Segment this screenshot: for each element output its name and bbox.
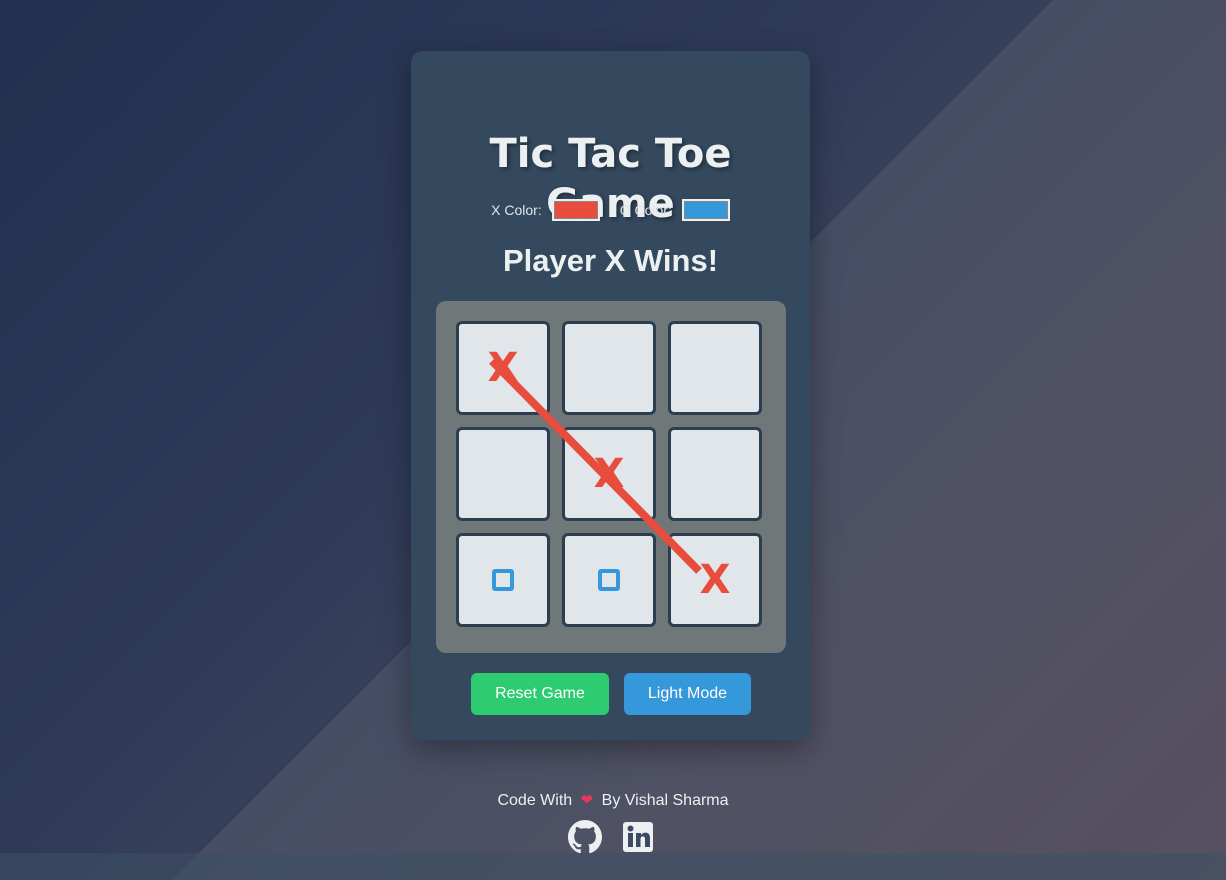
reset-game-button[interactable]: Reset Game: [471, 673, 609, 715]
x-mark: X: [699, 557, 731, 603]
x-color-label: X Color:: [491, 202, 542, 218]
light-mode-button[interactable]: Light Mode: [624, 673, 751, 715]
o-color-picker[interactable]: [681, 199, 730, 221]
board-cell-6[interactable]: [668, 427, 762, 521]
board-cell-1[interactable]: X: [456, 321, 550, 415]
o-mark: [492, 569, 514, 591]
x-color-picker[interactable]: [551, 199, 600, 221]
o-color-label: O Color:: [619, 202, 672, 218]
footer-credit: Code With ❤ By Vishal Sharma: [0, 791, 1226, 811]
x-mark: X: [593, 451, 625, 497]
footer-suffix: By Vishal Sharma: [601, 792, 729, 809]
game-card: Tic Tac Toe Game X Color: O Color: Playe…: [411, 51, 810, 740]
color-pickers: X Color: O Color:: [411, 197, 810, 223]
title-line-1: Tic Tac Toe: [489, 131, 732, 177]
board-cell-9[interactable]: X: [668, 533, 762, 627]
board-cell-4[interactable]: [456, 427, 550, 521]
heart-icon: ❤: [580, 792, 594, 809]
game-board: X X X: [436, 301, 786, 653]
board-cell-2[interactable]: [562, 321, 656, 415]
x-mark: X: [487, 345, 519, 391]
board-cell-7[interactable]: [456, 533, 550, 627]
footer-prefix: Code With: [497, 792, 573, 809]
linkedin-icon[interactable]: [621, 820, 655, 854]
board-cell-5[interactable]: X: [562, 427, 656, 521]
o-mark: [598, 569, 620, 591]
game-status: Player X Wins!: [502, 243, 719, 278]
github-icon[interactable]: [568, 820, 602, 854]
board-cell-3[interactable]: [668, 321, 762, 415]
bottom-strip: [0, 853, 1226, 880]
board-cell-8[interactable]: [562, 533, 656, 627]
